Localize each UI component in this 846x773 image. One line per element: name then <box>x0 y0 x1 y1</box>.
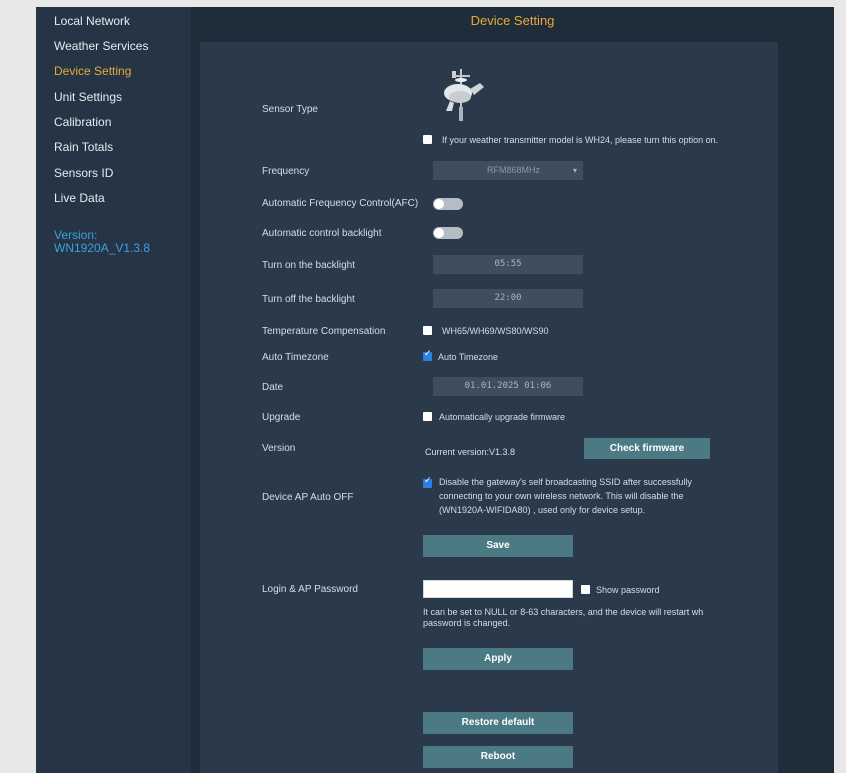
sidebar-item-live-data[interactable]: Live Data <box>54 191 105 205</box>
sidebar-item-calibration[interactable]: Calibration <box>54 115 111 129</box>
auto-backlight-label: Automatic control backlight <box>262 228 382 239</box>
sidebar-item-weather-services[interactable]: Weather Services <box>54 39 148 53</box>
current-version-text: Current version:V1.3.8 <box>425 447 516 457</box>
window-frame-left <box>0 0 36 773</box>
sidebar: Local Network Weather Services Device Se… <box>36 7 191 773</box>
sidebar-item-rain-totals[interactable]: Rain Totals <box>54 140 113 154</box>
auto-timezone-checkbox[interactable] <box>423 349 432 361</box>
sidebar-item-local-network[interactable]: Local Network <box>54 14 130 28</box>
sidebar-item-sensors-id[interactable]: Sensors ID <box>54 166 113 180</box>
ap-auto-off-description: Disable the gateway's self broadcasting … <box>439 475 769 517</box>
device-settings-panel: Sensor Type If your weather transmitter … <box>200 42 778 773</box>
sensor-type-label: Sensor Type <box>262 104 318 115</box>
afc-label: Automatic Frequency Control(AFC) <box>262 198 419 209</box>
wh24-checkbox[interactable] <box>423 135 432 144</box>
afc-toggle[interactable] <box>433 198 463 210</box>
version-label: Version <box>262 443 296 454</box>
sidebar-item-device-setting[interactable]: Device Setting <box>54 64 131 78</box>
toggle-knob <box>434 228 444 238</box>
auto-backlight-toggle[interactable] <box>433 227 463 239</box>
weather-station-icon <box>444 69 484 121</box>
password-label: Login & AP Password <box>262 584 358 595</box>
backlight-on-input[interactable]: 05:55 <box>433 255 583 274</box>
show-password-checkbox[interactable] <box>581 585 590 594</box>
sidebar-item-unit-settings[interactable]: Unit Settings <box>54 90 122 104</box>
frequency-label: Frequency <box>262 166 310 177</box>
backlight-on-label: Turn on the backlight <box>262 260 356 271</box>
temp-comp-label: Temperature Compensation <box>262 326 386 337</box>
chevron-down-icon: ▾ <box>572 166 577 175</box>
frequency-value: RFM868MHz <box>487 165 541 175</box>
sidebar-version: Version: WN1920A_V1.3.8 <box>54 229 150 255</box>
auto-upgrade-option: Automatically upgrade firmware <box>439 412 566 422</box>
toggle-knob <box>434 199 444 209</box>
password-input[interactable] <box>423 580 573 598</box>
auto-upgrade-checkbox[interactable] <box>423 412 432 421</box>
check-firmware-button[interactable]: Check firmware <box>584 438 710 459</box>
auto-timezone-label: Auto Timezone <box>262 352 329 363</box>
ap-auto-off-label: Device AP Auto OFF <box>262 492 354 503</box>
password-note: It can be set to NULL or 8-63 characters… <box>423 605 753 630</box>
ap-auto-off-text-line: connecting to your own wireless network.… <box>439 491 684 501</box>
show-password-label: Show password <box>596 585 660 595</box>
auto-timezone-option: Auto Timezone <box>438 352 499 362</box>
backlight-off-label: Turn off the backlight <box>262 294 355 305</box>
frequency-select[interactable]: RFM868MHz ▾ <box>433 161 583 180</box>
upgrade-label: Upgrade <box>262 412 301 423</box>
window-frame-top <box>0 0 846 7</box>
ap-auto-off-text-line: Disable the gateway's self broadcasting … <box>439 477 692 487</box>
date-label: Date <box>262 382 284 393</box>
reboot-button[interactable]: Reboot <box>423 746 573 768</box>
backlight-off-input[interactable]: 22:00 <box>433 289 583 308</box>
date-input[interactable]: 01.01.2025 01:06 <box>433 377 583 396</box>
ap-auto-off-checkbox[interactable] <box>423 476 432 488</box>
apply-button[interactable]: Apply <box>423 648 573 670</box>
save-button[interactable]: Save <box>423 535 573 557</box>
wh24-option-text: If your weather transmitter model is WH2… <box>442 135 719 145</box>
ap-auto-off-text-line: (WN1920A-WIFIDA80) , used only for devic… <box>439 505 646 515</box>
main-content: Device Setting Sensor Type If your weath… <box>191 7 834 773</box>
temp-comp-option: WH65/WH69/WS80/WS90 <box>442 326 549 336</box>
page-title: Device Setting <box>470 13 555 28</box>
window-frame-right <box>834 0 846 773</box>
restore-default-button[interactable]: Restore default <box>423 712 573 734</box>
sidebar-version-value: WN1920A_V1.3.8 <box>54 241 151 255</box>
temp-comp-checkbox[interactable] <box>423 326 432 335</box>
